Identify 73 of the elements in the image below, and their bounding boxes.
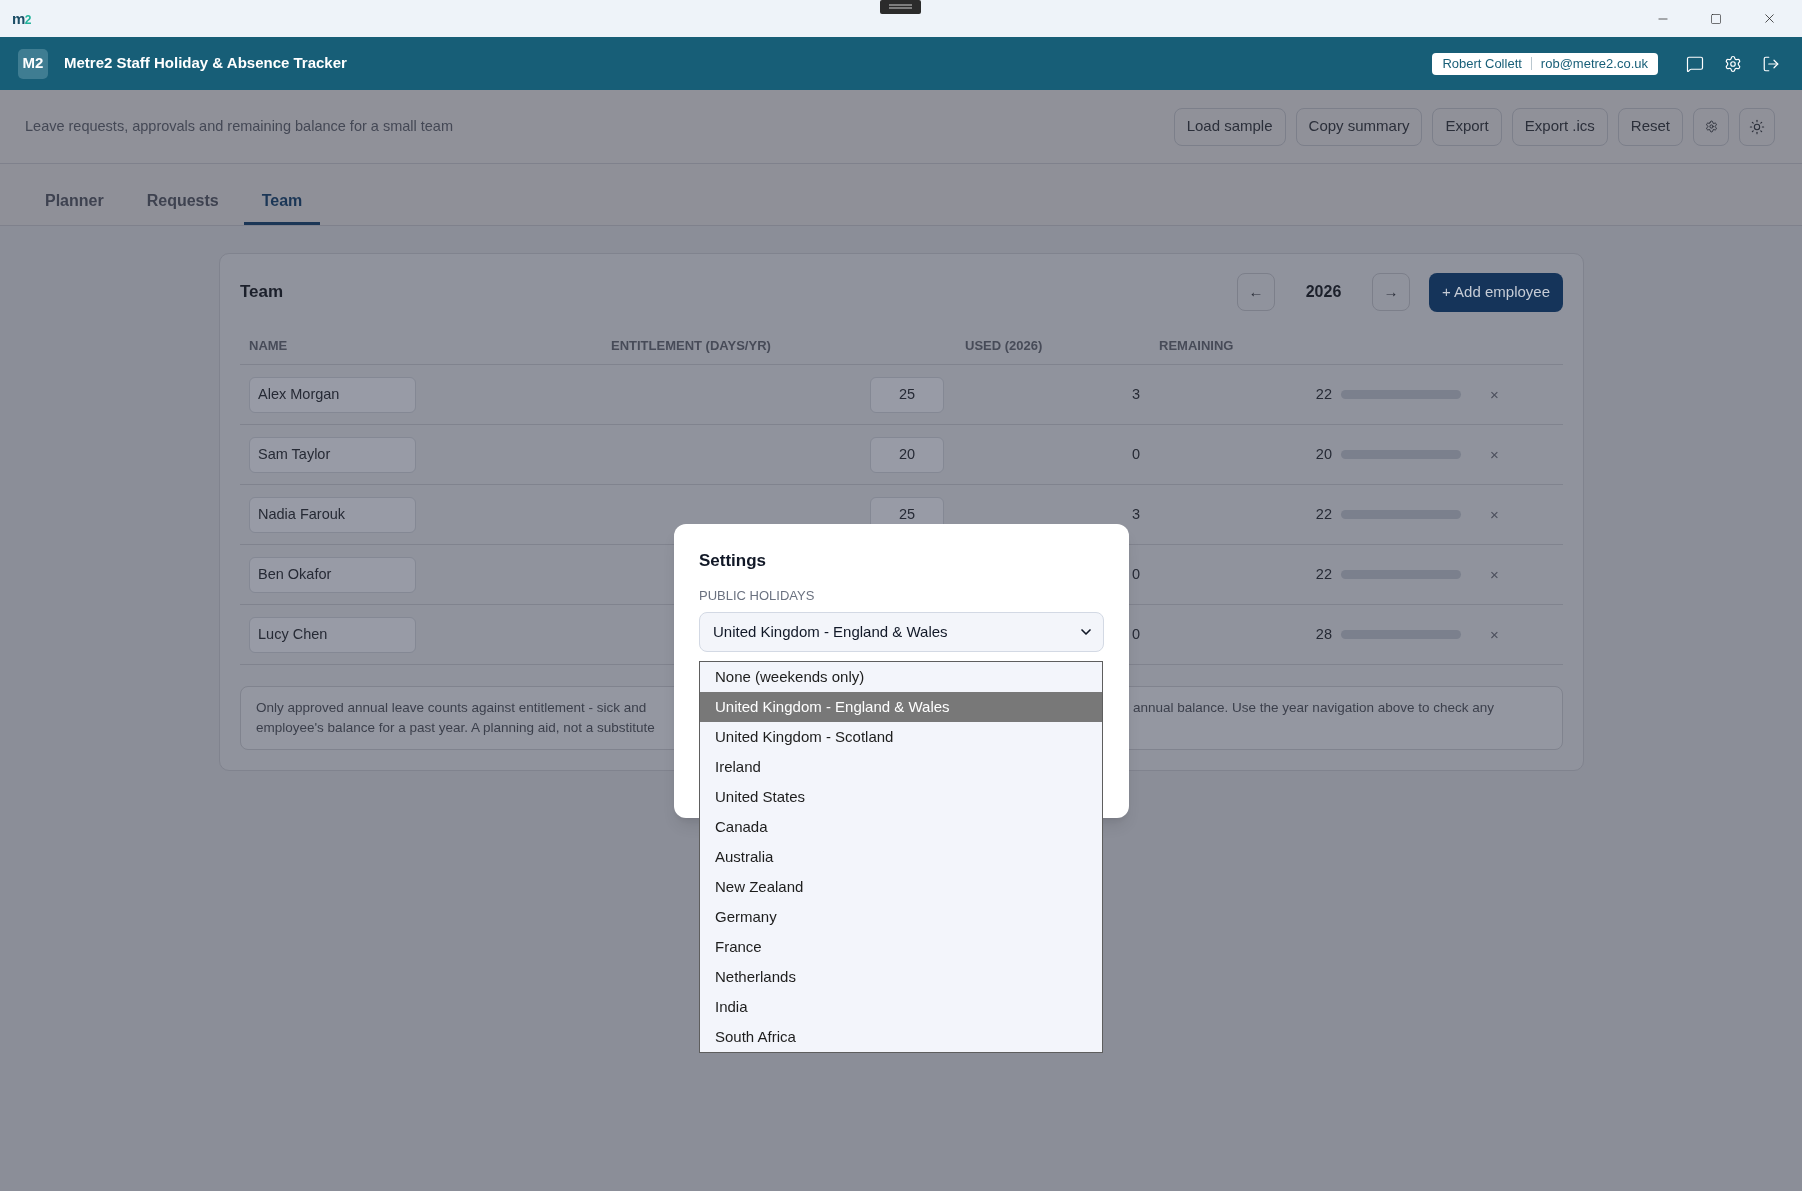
dropdown-option[interactable]: Canada (700, 812, 1102, 842)
used-days-cell-text: 0 (1131, 624, 1140, 644)
delete-button[interactable]: × (1490, 506, 1499, 522)
copy-summary-button[interactable]: Copy summary (1295, 107, 1423, 146)
used-days-cell-text: 0 (1131, 564, 1140, 584)
holiday-select[interactable]: United Kingdom - England & Wales (699, 612, 1104, 652)
remaining-days-cell-text: 22 (1315, 564, 1332, 584)
name-field[interactable]: Alex Morgan (249, 376, 416, 413)
maximize-icon[interactable] (1710, 12, 1722, 25)
column-header: REMAINING (1159, 337, 1234, 353)
app-title: Metre2 Staff Holiday & Absence Tracker (64, 53, 347, 74)
name-field[interactable]: Ben Okafor (249, 556, 416, 593)
app-badge: M2 (18, 48, 48, 79)
column-header: USED (2026) (965, 337, 1043, 353)
settings-button[interactable] (1693, 107, 1729, 146)
delete-button[interactable]: × (1490, 386, 1499, 402)
card-title: Team (240, 281, 284, 304)
sun-icon (1749, 118, 1765, 135)
dropdown-option[interactable]: Germany (700, 902, 1102, 932)
user-name: Robert Collett (1442, 54, 1522, 73)
used-days-cell-text: 3 (1131, 504, 1140, 524)
add-employee-button[interactable]: + Add employee (1429, 272, 1563, 312)
entitlement-field[interactable]: 25 (870, 376, 944, 413)
theme-toggle-button[interactable] (1739, 107, 1775, 146)
reset-button[interactable]: Reset (1617, 107, 1683, 146)
dropdown-option[interactable]: United Kingdom - Scotland (700, 722, 1102, 752)
delete-button[interactable]: × (1490, 626, 1499, 642)
dropdown-option[interactable]: France (700, 932, 1102, 962)
delete-button[interactable]: × (1490, 446, 1499, 462)
drag-handle-icon[interactable] (880, 0, 921, 14)
used-days-cell-text: 0 (1131, 444, 1140, 464)
export-button[interactable]: Export (1432, 107, 1502, 146)
note-text: annual balance. Use the year navigation above to check any (1133, 699, 1494, 717)
app-logo: m2 (12, 11, 32, 26)
settings-icon (1704, 120, 1718, 133)
chat-icon[interactable] (1686, 54, 1704, 73)
field-label: PUBLIC HOLIDAYS (699, 588, 816, 604)
tab[interactable]: Team (243, 179, 321, 225)
dropdown-option[interactable]: South Africa (700, 1022, 1102, 1052)
remaining-days-cell-text: 22 (1315, 504, 1332, 524)
remaining-days-cell-text: 28 (1315, 624, 1332, 644)
dropdown-option[interactable]: India (700, 992, 1102, 1022)
dialog-title: Settings (699, 550, 768, 572)
name-field[interactable]: Nadia Farouk (249, 496, 416, 533)
settings-icon[interactable] (1724, 54, 1742, 73)
year-label: 2026 (1304, 282, 1343, 302)
dropdown-option[interactable]: Australia (700, 842, 1102, 872)
remaining-days-cell-text: 22 (1315, 384, 1332, 404)
previous-year-button[interactable]: ← (1237, 273, 1275, 311)
close-icon[interactable] (1762, 11, 1777, 26)
load-sample-button[interactable]: Load sample (1173, 107, 1286, 146)
dropdown-option[interactable]: None (weekends only) (700, 662, 1102, 692)
next-year-button[interactable]: → (1372, 273, 1410, 311)
delete-button[interactable]: × (1490, 566, 1499, 582)
dropdown-option[interactable]: United States (700, 782, 1102, 812)
name-field[interactable]: Sam Taylor (249, 436, 416, 473)
tab[interactable]: Planner (27, 179, 122, 225)
entitlement-field[interactable]: 20 (870, 436, 944, 473)
note-text: Only approved annual leave counts against entitlement - sick and employee's balance for a past year. A planning aid, not a substitute (256, 699, 656, 737)
subtitle-text: Leave requests, approvals and remaining balance for a small team (25, 116, 453, 136)
dropdown-option[interactable]: Ireland (700, 752, 1102, 782)
column-header: ENTITLEMENT (DAYS/YR) (611, 337, 771, 353)
logout-icon[interactable] (1762, 54, 1780, 73)
column-header: NAME (249, 337, 288, 353)
name-field[interactable]: Lucy Chen (249, 616, 416, 653)
dropdown-option[interactable]: United Kingdom - England & Wales (700, 692, 1102, 722)
dropdown-option[interactable]: New Zealand (700, 872, 1102, 902)
dropdown-option[interactable]: Netherlands (700, 962, 1102, 992)
export-ics-button[interactable]: Export .ics (1511, 107, 1608, 146)
remaining-days-cell-text: 20 (1315, 444, 1332, 464)
used-days-cell-text: 3 (1131, 384, 1140, 404)
tab[interactable]: Requests (128, 179, 237, 225)
user-email: rob@metre2.co.uk (1540, 54, 1648, 73)
